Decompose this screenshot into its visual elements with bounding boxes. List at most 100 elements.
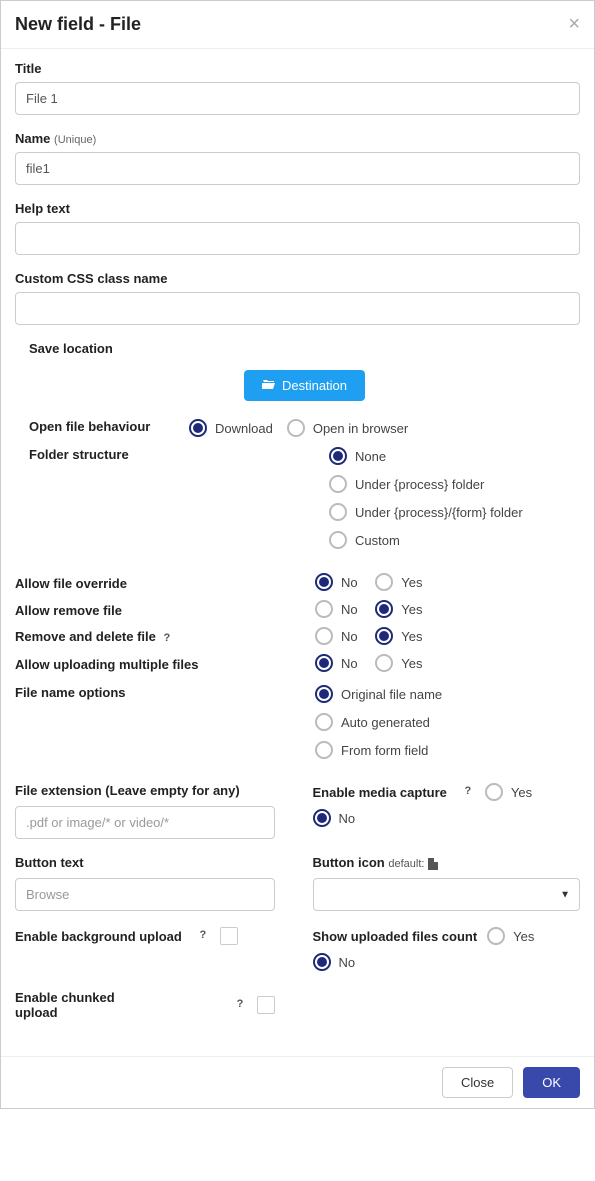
dialog-title: New field - File	[15, 14, 141, 35]
show-count-label: Show uploaded files count	[313, 929, 478, 944]
radio-multiple-no[interactable]: No	[315, 654, 358, 672]
radio-folder-none[interactable]: None	[329, 447, 386, 465]
radio-icon	[329, 447, 347, 465]
save-location-label: Save location	[29, 341, 580, 356]
radio-icon	[375, 654, 393, 672]
name-input[interactable]	[15, 152, 580, 185]
radio-icon	[329, 475, 347, 493]
radio-override-no[interactable]: No	[315, 573, 358, 591]
button-text-label: Button text	[15, 855, 84, 870]
bg-upload-checkbox[interactable]	[220, 927, 238, 945]
bg-upload-label: Enable background upload	[15, 929, 182, 944]
radio-icon	[287, 419, 305, 437]
remove-delete-row: Remove and delete file? No Yes	[15, 627, 580, 648]
close-button[interactable]: Close	[442, 1067, 513, 1098]
media-capture-col: Enable media capture ? Yes No	[313, 783, 581, 839]
chunked-checkbox[interactable]	[257, 996, 275, 1014]
button-icon-select[interactable]	[313, 878, 581, 911]
file-icon	[428, 858, 438, 870]
ok-button[interactable]: OK	[523, 1067, 580, 1098]
radio-count-no[interactable]: No	[313, 953, 356, 971]
radio-count-yes[interactable]: Yes	[487, 927, 534, 945]
cssclass-group: Custom CSS class name	[15, 271, 580, 325]
destination-button[interactable]: Destination	[244, 370, 365, 401]
allow-override-row: Allow file override No Yes	[15, 573, 580, 594]
radio-icon	[375, 573, 393, 591]
help-icon[interactable]: ?	[233, 998, 247, 1012]
dialog-header: New field - File ×	[1, 1, 594, 49]
radio-icon	[315, 600, 333, 618]
radio-folder-processform[interactable]: Under {process}/{form} folder	[329, 503, 523, 521]
help-icon[interactable]: ?	[461, 785, 475, 799]
open-behaviour-label: Open file behaviour	[29, 419, 189, 434]
folder-structure-row: Folder structure None Under {process} fo…	[29, 447, 580, 559]
file-extension-col: File extension (Leave empty for any)	[15, 783, 283, 839]
radio-removedelete-yes[interactable]: Yes	[375, 627, 422, 645]
button-icon-label: Button icon default:	[313, 855, 439, 870]
radio-icon	[189, 419, 207, 437]
close-icon[interactable]: ×	[568, 13, 580, 36]
radio-icon	[315, 654, 333, 672]
radio-filename-field[interactable]: From form field	[315, 741, 428, 759]
radio-remove-yes[interactable]: Yes	[375, 600, 422, 618]
dialog-footer: Close OK	[1, 1056, 594, 1108]
chunked-row: Enable chunked upload ?	[15, 990, 275, 1020]
radio-icon	[313, 809, 331, 827]
title-group: Title	[15, 61, 580, 115]
bg-upload-col: Enable background upload ?	[15, 927, 283, 974]
help-icon[interactable]: ?	[196, 929, 210, 943]
name-label: Name (Unique)	[15, 131, 580, 146]
allow-remove-row: Allow remove file No Yes	[15, 600, 580, 621]
radio-icon	[315, 573, 333, 591]
file-extension-label: File extension (Leave empty for any)	[15, 783, 240, 798]
radio-removedelete-no[interactable]: No	[315, 627, 358, 645]
radio-icon	[329, 503, 347, 521]
title-label: Title	[15, 61, 580, 76]
radio-override-yes[interactable]: Yes	[375, 573, 422, 591]
radio-filename-auto[interactable]: Auto generated	[315, 713, 430, 731]
help-icon[interactable]: ?	[160, 632, 174, 646]
radio-folder-custom[interactable]: Custom	[329, 531, 400, 549]
name-group: Name (Unique)	[15, 131, 580, 185]
radio-icon	[329, 531, 347, 549]
filename-options-label: File name options	[15, 685, 315, 700]
folder-structure-label: Folder structure	[29, 447, 329, 462]
radio-icon	[315, 627, 333, 645]
open-behaviour-row: Open file behaviour Download Open in bro…	[29, 419, 580, 437]
title-input[interactable]	[15, 82, 580, 115]
radio-icon	[487, 927, 505, 945]
radio-icon	[315, 685, 333, 703]
file-extension-input[interactable]	[15, 806, 275, 839]
radio-media-yes[interactable]: Yes	[485, 783, 532, 801]
button-text-input[interactable]	[15, 878, 275, 911]
radio-media-no[interactable]: No	[313, 809, 356, 827]
radio-remove-no[interactable]: No	[315, 600, 358, 618]
helptext-input[interactable]	[15, 222, 580, 255]
radio-open-browser[interactable]: Open in browser	[287, 419, 408, 437]
media-capture-label: Enable media capture	[313, 785, 447, 800]
radio-icon	[315, 713, 333, 731]
button-icon-col: Button icon default:	[313, 855, 581, 911]
radio-icon	[375, 600, 393, 618]
filename-options-row: File name options Original file name Aut…	[15, 685, 580, 769]
helptext-group: Help text	[15, 201, 580, 255]
new-field-dialog: New field - File × Title Name (Unique) H…	[0, 0, 595, 1109]
radio-multiple-yes[interactable]: Yes	[375, 654, 422, 672]
save-location-section: Save location Destination Open file beha…	[15, 341, 580, 559]
radio-folder-process[interactable]: Under {process} folder	[329, 475, 484, 493]
allow-multiple-row: Allow uploading multiple files No Yes	[15, 654, 580, 675]
dialog-body: Title Name (Unique) Help text Custom CSS…	[1, 49, 594, 1056]
radio-icon	[485, 783, 503, 801]
cssclass-input[interactable]	[15, 292, 580, 325]
folder-open-icon	[262, 378, 276, 393]
radio-icon	[313, 953, 331, 971]
show-count-col: Show uploaded files count Yes No	[313, 927, 581, 974]
chunked-label: Enable chunked upload	[15, 990, 135, 1020]
cssclass-label: Custom CSS class name	[15, 271, 580, 286]
button-text-col: Button text	[15, 855, 283, 911]
radio-icon	[375, 627, 393, 645]
radio-filename-original[interactable]: Original file name	[315, 685, 442, 703]
helptext-label: Help text	[15, 201, 580, 216]
radio-icon	[315, 741, 333, 759]
radio-download[interactable]: Download	[189, 419, 273, 437]
